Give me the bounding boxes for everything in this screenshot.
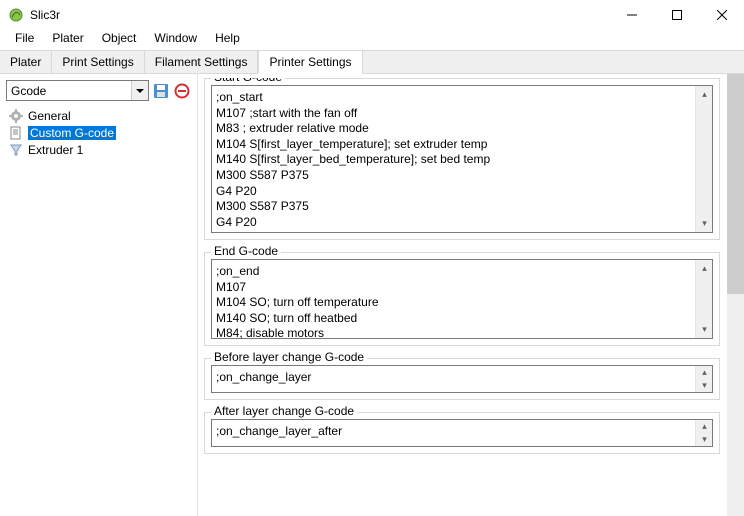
preset-row: Gcode xyxy=(6,80,191,101)
before-layer-section: Before layer change G-code ;on_change_la… xyxy=(204,358,720,400)
right-pane: Start G-code ;on_start M107 ;start with … xyxy=(197,74,744,516)
before-layer-textarea[interactable]: ;on_change_layer▴▾ xyxy=(211,365,713,393)
menu-file[interactable]: File xyxy=(6,29,43,47)
scroll-up-icon: ▴ xyxy=(696,366,713,379)
maximize-button[interactable] xyxy=(654,0,699,30)
menu-window[interactable]: Window xyxy=(145,29,206,47)
tabs-bar: Plater Print Settings Filament Settings … xyxy=(0,50,744,74)
funnel-icon xyxy=(8,142,24,158)
after-layer-section: After layer change G-code ;on_change_lay… xyxy=(204,412,720,454)
code-text: ;on_end M107 M104 SO; turn off temperatu… xyxy=(216,264,708,342)
scrollbar-thumb[interactable] xyxy=(727,74,744,294)
end-gcode-section: End G-code ;on_end M107 M104 SO; turn of… xyxy=(204,252,720,346)
save-preset-button[interactable] xyxy=(152,82,170,100)
textarea-scrollbar[interactable]: ▴▾ xyxy=(695,366,712,392)
window-title: Slic3r xyxy=(30,8,609,22)
scroll-down-icon: ▾ xyxy=(696,433,713,446)
window-controls xyxy=(609,0,744,30)
section-legend: Before layer change G-code xyxy=(211,350,367,364)
settings-tree: General Custom G-code Extruder 1 xyxy=(6,107,191,510)
preset-select[interactable]: Gcode xyxy=(6,80,149,101)
page-icon xyxy=(8,125,24,141)
section-legend: End G-code xyxy=(211,244,281,258)
tree-item-extruder-1[interactable]: Extruder 1 xyxy=(6,141,191,158)
section-legend: After layer change G-code xyxy=(211,404,357,418)
textarea-scrollbar[interactable]: ▴▾ xyxy=(695,420,712,446)
tree-label: Custom G-code xyxy=(28,126,116,140)
close-button[interactable] xyxy=(699,0,744,30)
content-area: Gcode General Custom G-code Extruder 1 xyxy=(0,74,744,516)
left-pane: Gcode General Custom G-code Extruder 1 xyxy=(0,74,197,516)
tree-label: General xyxy=(28,109,71,123)
tree-item-custom-gcode[interactable]: Custom G-code xyxy=(6,124,191,141)
scroll-area: Start G-code ;on_start M107 ;start with … xyxy=(204,78,738,516)
app-icon xyxy=(8,7,24,23)
scroll-up-icon: ▴ xyxy=(696,420,713,433)
menu-object[interactable]: Object xyxy=(93,29,146,47)
preset-value: Gcode xyxy=(11,84,46,98)
gear-icon xyxy=(8,108,24,124)
tree-item-general[interactable]: General xyxy=(6,107,191,124)
tab-filament-settings[interactable]: Filament Settings xyxy=(145,51,259,73)
textarea-scrollbar[interactable]: ▴▾ xyxy=(695,260,712,338)
chevron-down-icon xyxy=(131,81,148,100)
tab-print-settings[interactable]: Print Settings xyxy=(52,51,144,73)
scroll-down-icon: ▾ xyxy=(696,379,713,392)
code-text: ;on_start M107 ;start with the fan off M… xyxy=(216,90,708,230)
menu-plater[interactable]: Plater xyxy=(43,29,92,47)
scroll-up-icon: ▴ xyxy=(696,86,713,103)
textarea-scrollbar[interactable]: ▴▾ xyxy=(695,86,712,232)
end-gcode-textarea[interactable]: ;on_end M107 M104 SO; turn off temperatu… xyxy=(211,259,713,339)
code-text: ;on_change_layer xyxy=(216,370,708,386)
scroll-down-icon: ▾ xyxy=(696,321,713,338)
code-text: ;on_change_layer_after xyxy=(216,424,708,440)
menubar: File Plater Object Window Help xyxy=(0,30,744,50)
scroll-up-icon: ▴ xyxy=(696,260,713,277)
delete-preset-button[interactable] xyxy=(173,82,191,100)
pane-scrollbar[interactable] xyxy=(727,74,744,516)
menu-help[interactable]: Help xyxy=(206,29,249,47)
section-legend: Start G-code xyxy=(211,78,285,84)
titlebar: Slic3r xyxy=(0,0,744,30)
start-gcode-section: Start G-code ;on_start M107 ;start with … xyxy=(204,78,720,240)
tab-printer-settings[interactable]: Printer Settings xyxy=(258,50,362,74)
tab-plater[interactable]: Plater xyxy=(0,51,52,73)
start-gcode-textarea[interactable]: ;on_start M107 ;start with the fan off M… xyxy=(211,85,713,233)
after-layer-textarea[interactable]: ;on_change_layer_after▴▾ xyxy=(211,419,713,447)
tree-label: Extruder 1 xyxy=(28,143,83,157)
scroll-down-icon: ▾ xyxy=(696,215,713,232)
minimize-button[interactable] xyxy=(609,0,654,30)
